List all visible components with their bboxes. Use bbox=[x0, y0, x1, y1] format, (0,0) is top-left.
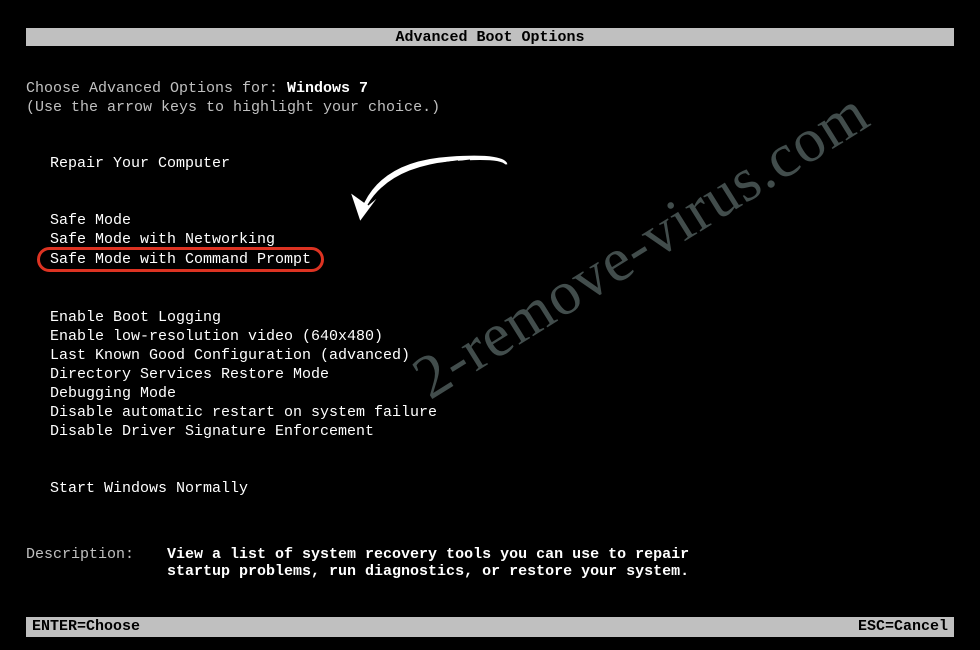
highlight-annotation: Safe Mode with Command Prompt bbox=[37, 247, 324, 272]
menu-safe-mode[interactable]: Safe Mode bbox=[50, 211, 131, 230]
description-text: View a list of system recovery tools you… bbox=[167, 546, 727, 580]
footer-enter-choose: ENTER=Choose bbox=[32, 618, 140, 636]
os-name: Windows 7 bbox=[287, 80, 368, 97]
menu-debugging-mode[interactable]: Debugging Mode bbox=[50, 384, 176, 403]
menu-block-safemode: Safe Mode Safe Mode with Networking Safe… bbox=[50, 211, 954, 270]
menu-disable-driver-sig[interactable]: Disable Driver Signature Enforcement bbox=[50, 422, 374, 441]
footer-esc-cancel: ESC=Cancel bbox=[858, 618, 948, 636]
description-row: Description: View a list of system recov… bbox=[26, 546, 954, 580]
os-prompt-line: Choose Advanced Options for: Windows 7 bbox=[26, 80, 954, 97]
page-title: Advanced Boot Options bbox=[395, 29, 584, 46]
navigation-hint: (Use the arrow keys to highlight your ch… bbox=[26, 99, 954, 116]
menu-repair-computer[interactable]: Repair Your Computer bbox=[50, 154, 230, 173]
menu-last-known-good[interactable]: Last Known Good Configuration (advanced) bbox=[50, 346, 410, 365]
menu-low-res-video[interactable]: Enable low-resolution video (640x480) bbox=[50, 327, 383, 346]
menu-enable-boot-logging[interactable]: Enable Boot Logging bbox=[50, 308, 221, 327]
boot-menu: Repair Your Computer Safe Mode Safe Mode… bbox=[26, 154, 954, 498]
footer-bar: ENTER=Choose ESC=Cancel bbox=[26, 617, 954, 637]
menu-safe-mode-cmd[interactable]: Safe Mode with Command Prompt bbox=[50, 250, 311, 269]
menu-disable-auto-restart[interactable]: Disable automatic restart on system fail… bbox=[50, 403, 437, 422]
menu-block-advanced: Enable Boot Logging Enable low-resolutio… bbox=[50, 308, 954, 441]
menu-start-normally[interactable]: Start Windows Normally bbox=[50, 479, 248, 498]
title-bar: Advanced Boot Options bbox=[26, 28, 954, 46]
os-prompt-label: Choose Advanced Options for: bbox=[26, 80, 287, 97]
menu-ds-restore[interactable]: Directory Services Restore Mode bbox=[50, 365, 329, 384]
menu-block-normal: Start Windows Normally bbox=[50, 479, 954, 498]
description-label: Description: bbox=[26, 546, 158, 563]
menu-block-repair: Repair Your Computer bbox=[50, 154, 954, 173]
main-content: Choose Advanced Options for: Windows 7 (… bbox=[26, 80, 954, 580]
